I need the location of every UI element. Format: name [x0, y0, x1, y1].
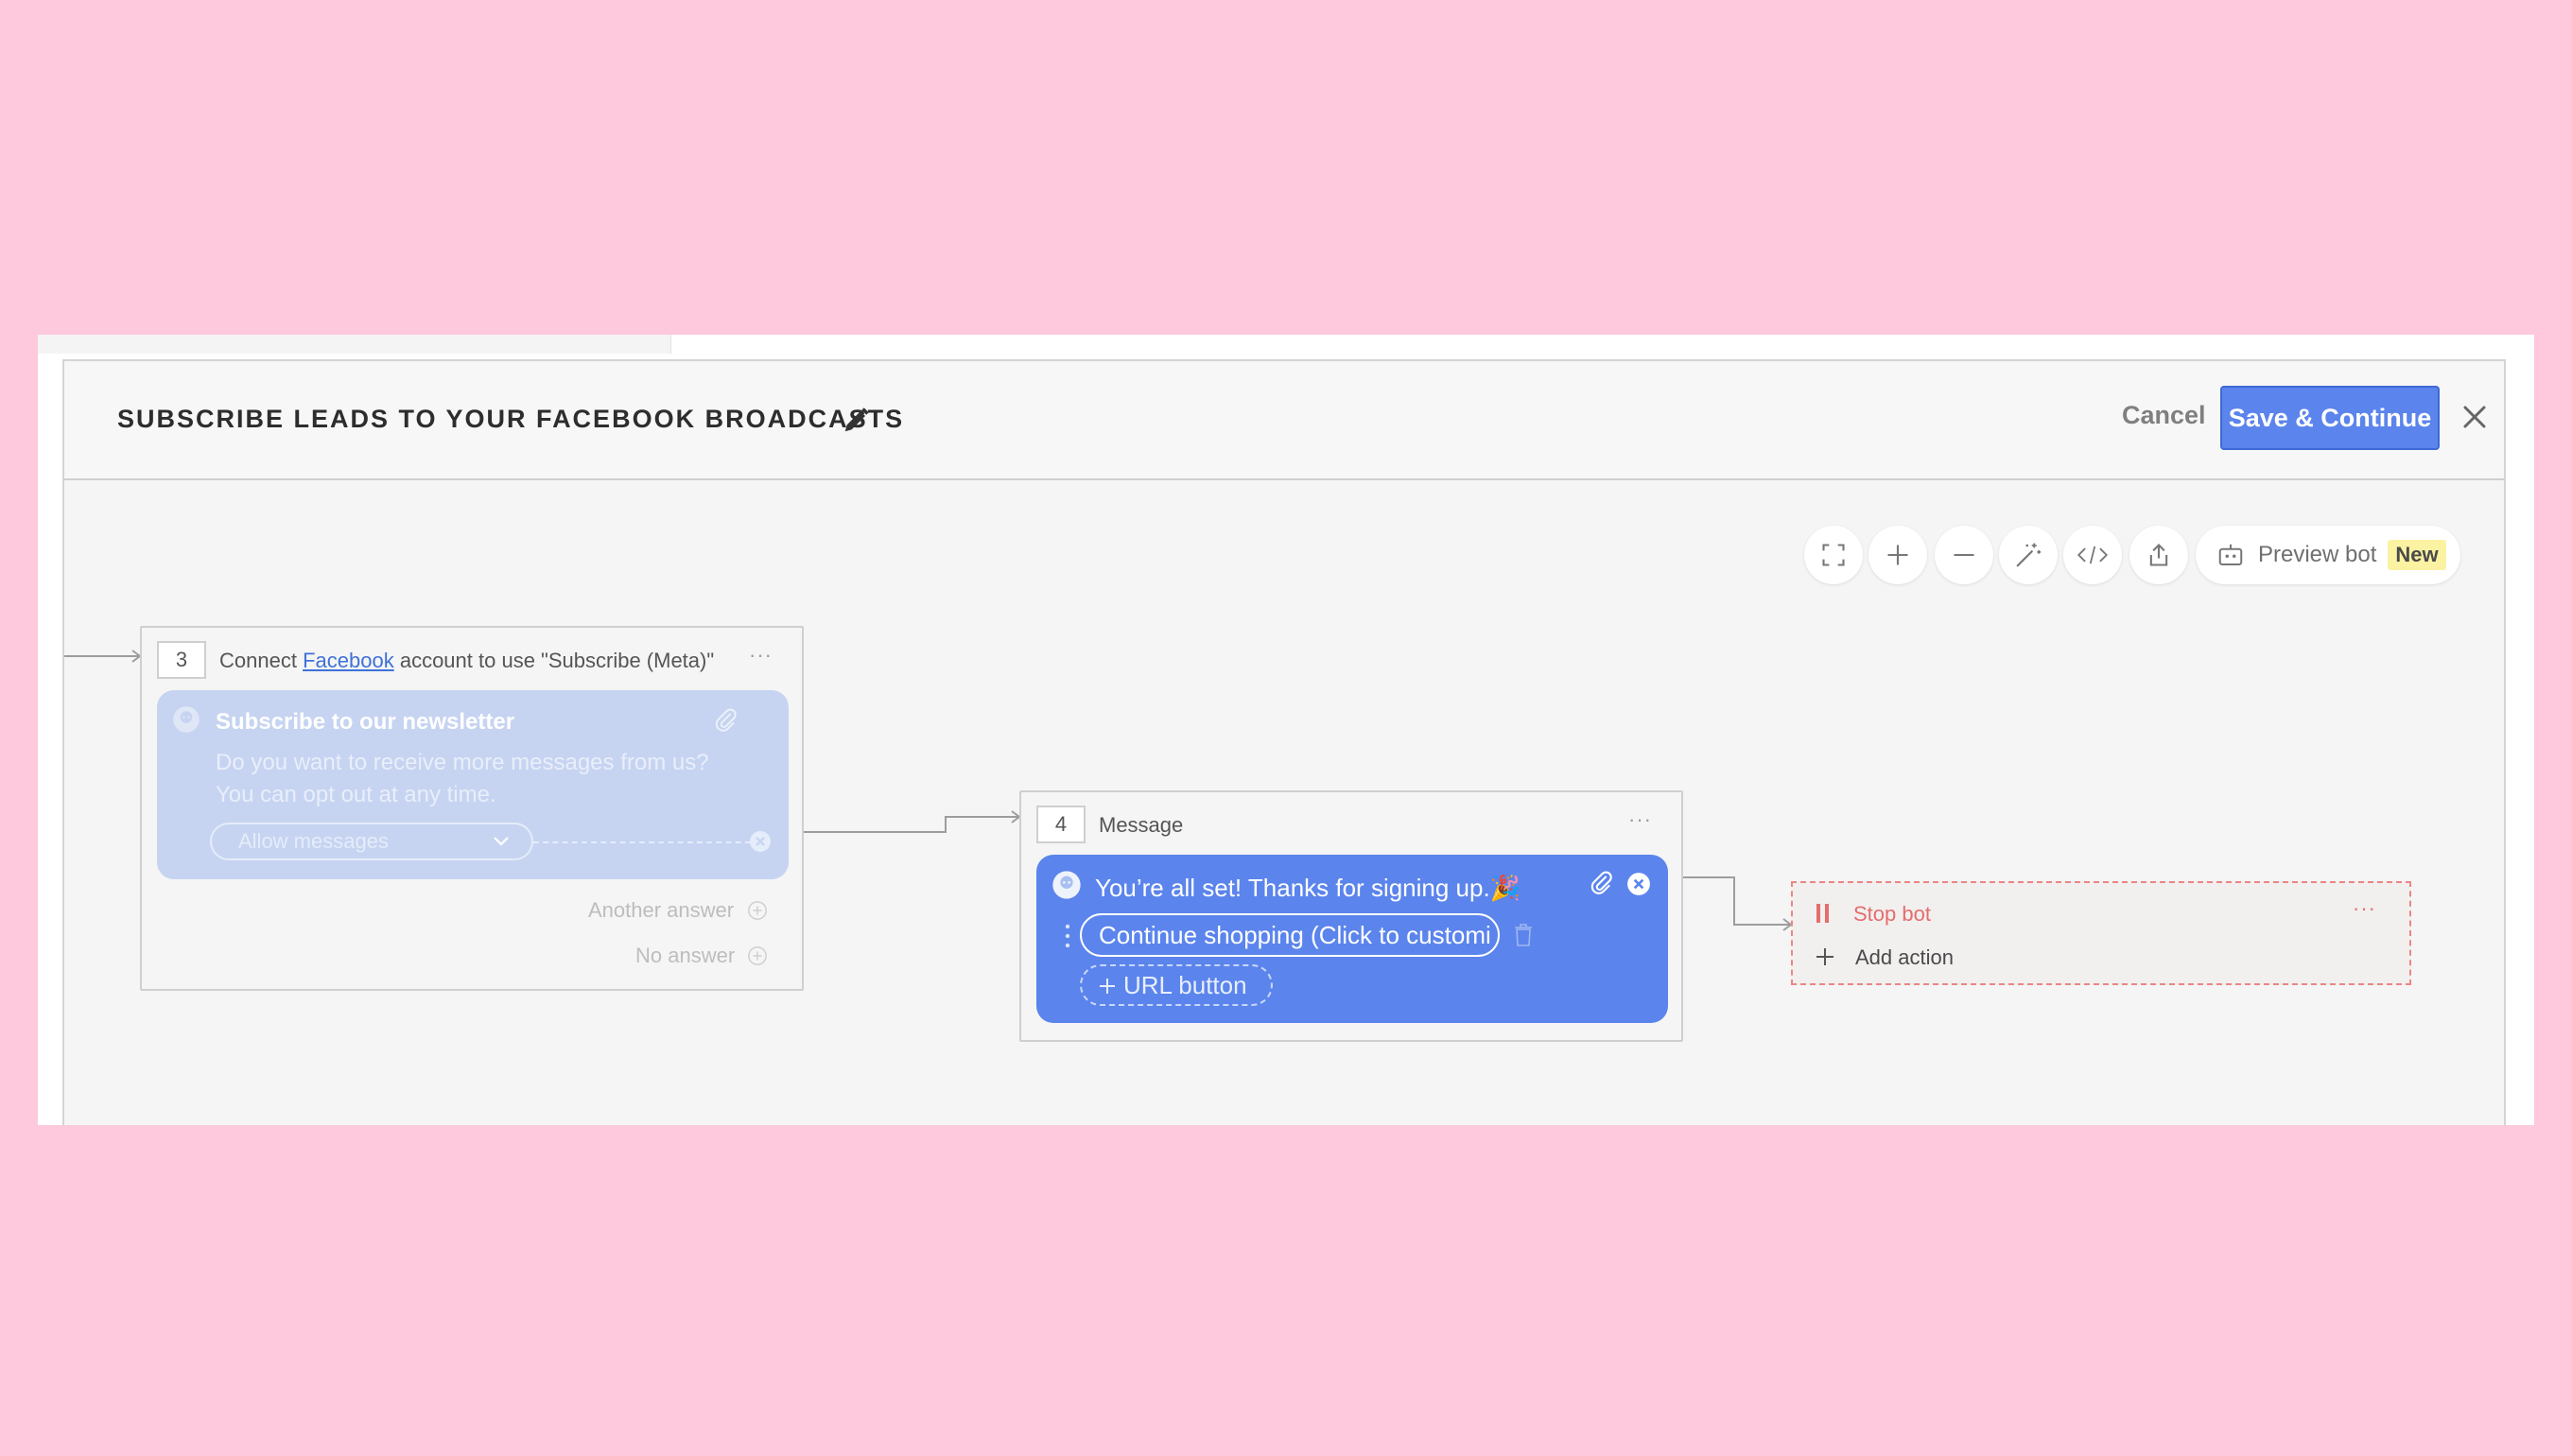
more-options-icon[interactable]: ··· — [2353, 896, 2376, 921]
share-icon — [2149, 544, 2168, 566]
more-options-icon[interactable]: ··· — [749, 643, 773, 667]
zoom-in-button[interactable] — [1868, 526, 1927, 584]
step-number: 4 — [1036, 806, 1086, 843]
embed-code-button[interactable] — [2063, 526, 2122, 584]
close-icon[interactable] — [2460, 403, 2489, 431]
pause-icon — [1816, 904, 1829, 923]
background-app-stripe — [38, 335, 671, 354]
message-text: You’re all set! Thanks for signing up.🎉 — [1095, 874, 1521, 902]
bot-avatar-icon — [173, 706, 200, 733]
preview-bot-label: Preview bot — [2258, 542, 2377, 567]
facebook-link[interactable]: Facebook — [303, 649, 394, 672]
modal-header: SUBSCRIBE LEADS TO YOUR FACEBOOK BROADCA… — [64, 361, 2504, 480]
add-no-answer-icon[interactable] — [747, 945, 768, 966]
subscribe-card[interactable]: Subscribe to our newsletter Do you want … — [157, 690, 789, 879]
share-button[interactable] — [2129, 526, 2188, 584]
more-options-icon[interactable]: ··· — [1628, 807, 1652, 832]
bot-builder-modal: SUBSCRIBE LEADS TO YOUR FACEBOOK BROADCA… — [62, 359, 2506, 1125]
add-answer-icon[interactable] — [747, 900, 768, 921]
preview-bot-button[interactable]: Preview bot New — [2196, 526, 2460, 584]
new-badge: New — [2388, 540, 2446, 570]
step-title: Connect Facebook account to use "Subscri… — [219, 649, 714, 673]
remove-icon[interactable] — [749, 830, 772, 853]
zoom-in-icon — [1887, 545, 1908, 565]
another-answer-label: Another answer — [588, 898, 735, 922]
card-title: Subscribe to our newsletter — [216, 709, 515, 735]
allow-messages-select[interactable]: Allow messages — [210, 823, 533, 860]
robot-icon — [2218, 544, 2243, 565]
add-action-button[interactable]: Add action — [1855, 945, 1954, 970]
magic-wand-icon — [2016, 543, 2042, 567]
paperclip-icon[interactable] — [713, 707, 739, 734]
plus-icon — [1100, 979, 1115, 994]
save-continue-button[interactable]: Save & Continue — [2220, 386, 2440, 450]
auto-arrange-button[interactable] — [1999, 526, 2058, 584]
step-title-suffix: account to use "Subscribe (Meta)" — [399, 649, 715, 672]
stop-bot-node[interactable]: Stop bot ··· Add action — [1791, 881, 2411, 985]
remove-icon[interactable] — [1626, 872, 1651, 896]
code-icon — [2077, 546, 2109, 564]
stop-bot-label: Stop bot — [1853, 902, 1931, 926]
continue-shopping-button[interactable]: Continue shopping (Click to customi — [1080, 913, 1500, 957]
chevron-down-icon — [494, 837, 509, 846]
step-4-node[interactable]: 4 Message ··· You’re all set! Thanks for… — [1019, 790, 1683, 1042]
paperclip-icon[interactable] — [1589, 870, 1615, 896]
plus-icon — [1816, 948, 1833, 965]
fullscreen-icon — [1822, 544, 1845, 566]
bot-avatar-icon — [1052, 871, 1081, 899]
message-card[interactable]: You’re all set! Thanks for signing up.🎉 … — [1036, 855, 1668, 1023]
trash-icon[interactable] — [1513, 923, 1534, 947]
zoom-out-icon — [1954, 553, 1974, 557]
app-window: SUBSCRIBE LEADS TO YOUR FACEBOOK BROADCA… — [38, 335, 2534, 1125]
dashed-connector — [533, 841, 760, 843]
drag-handle-icon[interactable] — [1065, 923, 1070, 949]
url-button[interactable]: URL button — [1080, 964, 1273, 1006]
cancel-button[interactable]: Cancel — [2122, 401, 2206, 430]
no-answer-label: No answer — [635, 944, 736, 967]
card-body: Do you want to receive more messages fro… — [216, 750, 709, 807]
step-3-node[interactable]: 3 Connect Facebook account to use "Subsc… — [140, 626, 804, 991]
step-title: Message — [1099, 813, 1184, 837]
pencil-icon[interactable] — [842, 407, 870, 435]
step-number: 3 — [157, 641, 206, 679]
fullscreen-button[interactable] — [1804, 526, 1863, 584]
select-value: Allow messages — [238, 829, 389, 853]
step-title-prefix: Connect — [219, 649, 297, 672]
zoom-out-button[interactable] — [1935, 526, 1993, 584]
modal-title: SUBSCRIBE LEADS TO YOUR FACEBOOK BROADCA… — [117, 405, 905, 433]
url-button-label: URL button — [1123, 970, 1247, 999]
